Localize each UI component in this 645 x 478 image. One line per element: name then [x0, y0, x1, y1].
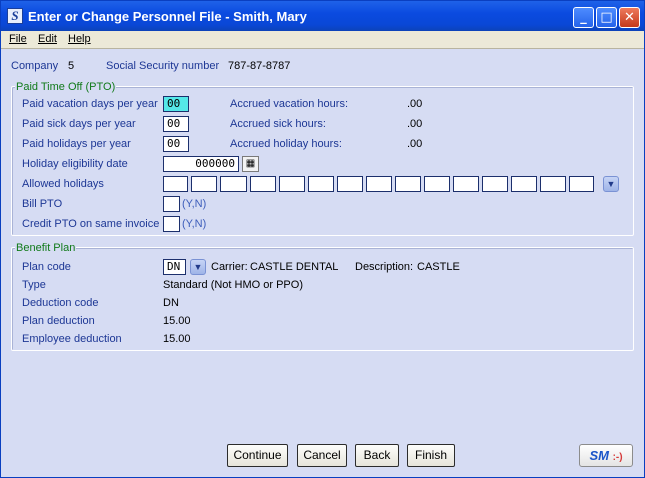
chevron-down-icon[interactable]: ▼ — [603, 176, 619, 192]
holidays-label: Paid holidays per year — [22, 138, 131, 150]
allowed-holiday-field[interactable] — [366, 176, 392, 192]
allowed-holiday-field[interactable] — [569, 176, 594, 192]
employee-deduction-value: 15.00 — [163, 333, 191, 345]
allowed-holiday-field[interactable] — [250, 176, 276, 192]
allowed-holiday-field[interactable] — [395, 176, 421, 192]
vacation-days-label: Paid vacation days per year — [22, 98, 158, 110]
allowed-holiday-field[interactable] — [279, 176, 305, 192]
accrued-holiday-value: .00 — [407, 138, 423, 150]
accrued-sick-label: Accrued sick hours: — [230, 118, 326, 130]
ssn-value: 787-87-8787 — [228, 60, 291, 72]
form-content: Company 5 Social Security number 787-87-… — [1, 50, 644, 477]
continue-button[interactable]: Continue — [227, 444, 288, 467]
close-button[interactable]: ✕ — [619, 7, 640, 28]
bill-pto-hint: (Y,N) — [182, 198, 207, 210]
description-label: Description: — [355, 261, 414, 273]
sick-days-label: Paid sick days per year — [22, 118, 136, 130]
accrued-sick-value: .00 — [407, 118, 423, 130]
accrued-vacation-value: .00 — [407, 98, 423, 110]
window-title: Enter or Change Personnel File - Smith, … — [28, 9, 307, 24]
back-button[interactable]: Back — [355, 444, 399, 467]
employee-deduction-label: Employee deduction — [22, 333, 122, 345]
maximize-button[interactable]: □ — [596, 7, 617, 28]
eligibility-date-field[interactable]: 000000 — [163, 156, 239, 172]
company-label: Company — [11, 60, 59, 72]
personnel-file-window: S Enter or Change Personnel File - Smith… — [0, 0, 645, 478]
pto-group-title: Paid Time Off (PTO) — [15, 81, 117, 93]
menu-file[interactable]: File — [9, 33, 27, 45]
sick-days-field[interactable]: 00 — [163, 116, 189, 132]
menu-edit-label: Edit — [38, 33, 57, 45]
menu-file-label: File — [9, 33, 27, 45]
allowed-holiday-field[interactable] — [191, 176, 217, 192]
allowed-holiday-field[interactable] — [511, 176, 537, 192]
accrued-holiday-label: Accrued holiday hours: — [230, 138, 342, 150]
deduction-code-value: DN — [163, 297, 179, 309]
minimize-button[interactable]: _ — [573, 7, 594, 28]
menu-bar: File Edit Help — [1, 31, 644, 49]
credit-pto-hint: (Y,N) — [182, 218, 207, 230]
credit-pto-field[interactable] — [163, 216, 180, 232]
allowed-holiday-field[interactable] — [308, 176, 334, 192]
allowed-holiday-field[interactable] — [424, 176, 450, 192]
menu-help-label: Help — [68, 33, 91, 45]
vacation-days-field[interactable]: 00 — [163, 96, 189, 112]
type-value: Standard (Not HMO or PPO) — [163, 279, 303, 291]
carrier-label: Carrier: — [211, 261, 248, 273]
bill-pto-field[interactable] — [163, 196, 180, 212]
deduction-code-label: Deduction code — [22, 297, 99, 309]
benefit-group-title: Benefit Plan — [15, 242, 77, 254]
menu-help[interactable]: Help — [68, 33, 91, 45]
plan-deduction-value: 15.00 — [163, 315, 191, 327]
allowed-holiday-field[interactable] — [453, 176, 479, 192]
sm-logo-text: SM — [589, 448, 609, 463]
ssn-label: Social Security number — [106, 60, 220, 72]
cancel-button[interactable]: Cancel — [297, 444, 347, 467]
bill-pto-label: Bill PTO — [22, 198, 63, 210]
title-bar[interactable]: S Enter or Change Personnel File - Smith… — [1, 1, 644, 31]
chevron-down-icon[interactable]: ▼ — [190, 259, 206, 275]
company-value: 5 — [68, 60, 75, 72]
calendar-icon[interactable]: ▦ — [242, 156, 259, 172]
holidays-field[interactable]: 00 — [163, 136, 189, 152]
type-label: Type — [22, 279, 46, 291]
sm-logo-button[interactable]: SM :-) — [579, 444, 633, 467]
finish-button[interactable]: Finish — [407, 444, 455, 467]
carrier-value: CASTLE DENTAL — [250, 261, 339, 273]
allowed-holiday-field[interactable] — [482, 176, 508, 192]
description-value: CASTLE — [417, 261, 460, 273]
allowed-holidays-label: Allowed holidays — [22, 178, 104, 190]
sm-logo-smile: :-) — [612, 452, 623, 463]
allowed-holiday-field[interactable] — [540, 176, 566, 192]
allowed-holiday-field[interactable] — [163, 176, 188, 192]
plan-deduction-label: Plan deduction — [22, 315, 95, 327]
accrued-vacation-label: Accrued vacation hours: — [230, 98, 349, 110]
plan-code-field[interactable]: DN — [163, 259, 186, 275]
eligibility-date-label: Holiday eligibility date — [22, 158, 128, 170]
app-icon: S — [7, 8, 23, 24]
allowed-holiday-field[interactable] — [337, 176, 363, 192]
allowed-holiday-field[interactable] — [220, 176, 247, 192]
plan-code-label: Plan code — [22, 261, 71, 273]
menu-edit[interactable]: Edit — [38, 33, 57, 45]
credit-pto-label: Credit PTO on same invoice — [22, 218, 160, 230]
